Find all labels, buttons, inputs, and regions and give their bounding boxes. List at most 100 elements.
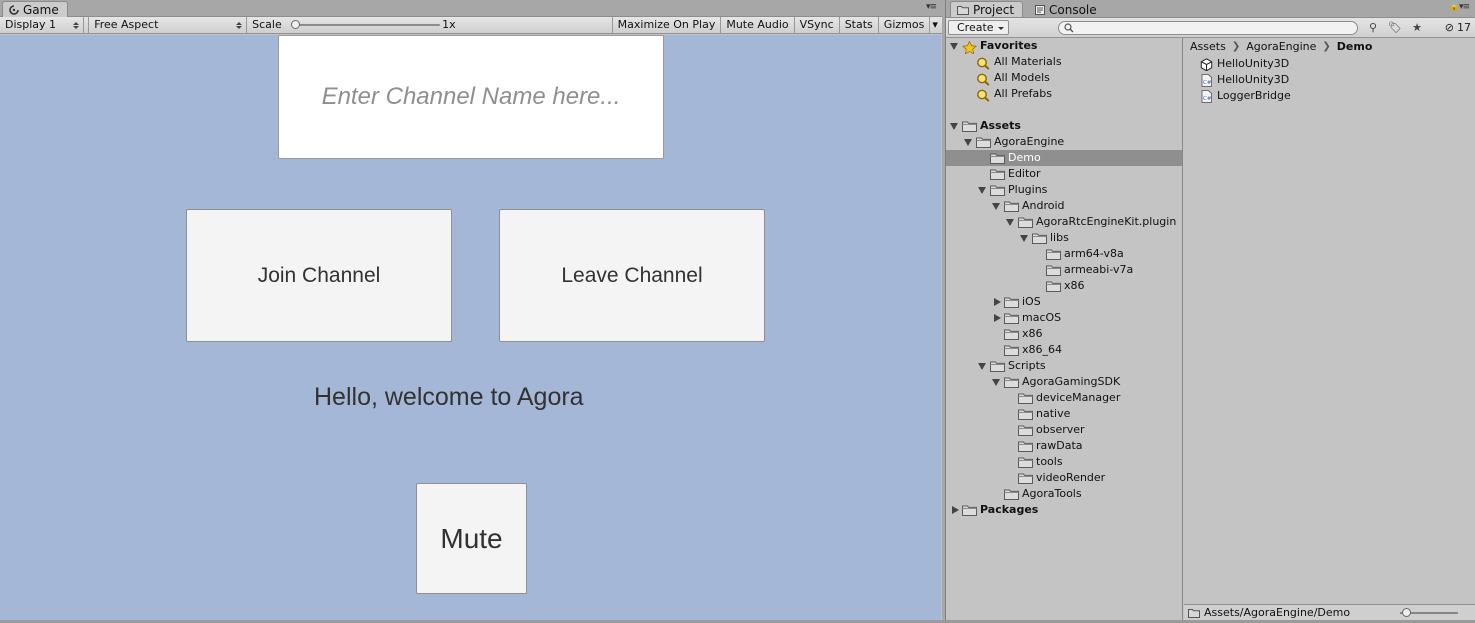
tree-item-label: AgoraRtcEngineKit.plugin [1036, 215, 1177, 228]
tree-item[interactable]: arm64-v8a [946, 246, 1182, 262]
tree-item[interactable]: x86 [946, 326, 1182, 342]
mute-audio-toggle[interactable]: Mute Audio [721, 17, 795, 34]
tree-item-label: native [1036, 407, 1071, 420]
game-viewport: Enter Channel Name here... Join Channel … [0, 35, 941, 620]
mute-button[interactable]: Mute [416, 483, 527, 594]
svg-text:C#: C# [1203, 96, 1212, 102]
leave-channel-button[interactable]: Leave Channel [499, 209, 765, 342]
tree-item[interactable]: iOS [946, 294, 1182, 310]
tree-item[interactable]: deviceManager [946, 390, 1182, 406]
expand-arrow-down-icon[interactable] [978, 363, 986, 370]
file-item[interactable]: HelloUnity3D [1200, 56, 1289, 72]
breadcrumb-item[interactable]: AgoraEngine [1246, 40, 1316, 53]
aspect-dropdown[interactable]: Free Aspect [88, 17, 248, 34]
tree-item[interactable]: Plugins [946, 182, 1182, 198]
tree-item[interactable]: Packages [946, 502, 1182, 518]
create-dropdown[interactable]: Create [948, 20, 1009, 35]
tab-project[interactable]: Project [950, 1, 1024, 17]
hidden-packages-toggle[interactable]: ⊘ 17 [1445, 20, 1471, 35]
tab-project-label: Project [973, 2, 1015, 17]
tree-item-label: AgoraTools [1022, 487, 1082, 500]
file-item[interactable]: C# HelloUnity3D [1200, 72, 1289, 88]
expand-arrow-down-icon[interactable] [1020, 235, 1028, 242]
tree-item[interactable]: Favorites [946, 38, 1182, 55]
tree-item[interactable]: All Materials [946, 54, 1182, 70]
display-dropdown[interactable]: Display 1 [0, 17, 85, 34]
tree-item-label: All Models [994, 71, 1050, 84]
join-channel-button[interactable]: Join Channel [186, 209, 452, 342]
tree-item[interactable]: observer [946, 422, 1182, 438]
tree-item[interactable]: Android [946, 198, 1182, 214]
tree-item-label: All Prefabs [994, 87, 1052, 100]
tab-game[interactable]: Game [2, 1, 68, 17]
search-icon [976, 73, 991, 86]
folder-icon [1018, 473, 1033, 484]
breadcrumb-item-current[interactable]: Demo [1337, 40, 1373, 53]
tree-item[interactable]: x86_64 [946, 342, 1182, 358]
tree-item[interactable]: macOS [946, 310, 1182, 326]
tree-item[interactable]: armeabi-v7a [946, 262, 1182, 278]
tree-item-label: x86 [1064, 279, 1085, 292]
channel-name-input[interactable]: Enter Channel Name here... [278, 35, 664, 159]
tree-item[interactable]: Demo [946, 150, 1182, 166]
gizmos-dropdown-icon[interactable]: ▾ [930, 17, 942, 34]
expand-arrow-down-icon[interactable] [964, 139, 972, 146]
tree-item[interactable]: rawData [946, 438, 1182, 454]
tab-game-label: Game [23, 2, 59, 17]
expand-arrow-down-icon[interactable] [978, 187, 986, 194]
folder-icon [957, 5, 969, 15]
expand-arrow-down-icon[interactable] [992, 203, 1000, 210]
tree-item[interactable]: Assets [946, 118, 1182, 134]
folder-icon [990, 185, 1005, 196]
file-item-label: HelloUnity3D [1217, 73, 1290, 86]
tree-item[interactable]: tools [946, 454, 1182, 470]
csharp-script-icon: C# [1200, 73, 1213, 87]
expand-arrow-right-icon[interactable] [994, 298, 1001, 306]
expand-arrow-right-icon[interactable] [952, 506, 959, 514]
tree-item[interactable]: AgoraGamingSDK [946, 374, 1182, 390]
tree-item-label: AgoraEngine [994, 135, 1065, 148]
tree-item[interactable]: All Models [946, 70, 1182, 86]
scale-slider-track[interactable] [291, 24, 440, 26]
expand-arrow-down-icon[interactable] [950, 43, 958, 50]
project-panel-menu-icon[interactable]: 🔒▾≡ [1449, 2, 1470, 12]
expand-arrow-down-icon[interactable] [950, 123, 958, 130]
gizmos-toggle[interactable]: Gizmos [879, 17, 931, 34]
file-item[interactable]: C# LoggerBridge [1200, 88, 1291, 104]
stats-toggle[interactable]: Stats [840, 17, 879, 34]
file-item-label: LoggerBridge [1217, 89, 1291, 102]
project-file-browser: Assets ❯ AgoraEngine ❯ Demo HelloUnity3D… [1184, 38, 1475, 604]
tree-item[interactable]: AgoraEngine [946, 134, 1182, 150]
tree-item[interactable]: Scripts [946, 358, 1182, 374]
icon-size-slider-thumb[interactable] [1402, 608, 1411, 617]
expand-arrow-right-icon[interactable] [994, 314, 1001, 322]
expand-arrow-down-icon[interactable] [1006, 219, 1014, 226]
game-panel-menu-icon[interactable]: ▾≡ [926, 2, 937, 12]
tab-console[interactable]: Console [1028, 1, 1106, 17]
tree-item-label: libs [1050, 231, 1069, 244]
vsync-toggle[interactable]: VSync [795, 17, 840, 34]
scale-slider-thumb[interactable] [291, 20, 300, 29]
tree-item[interactable]: videoRender [946, 470, 1182, 486]
search-input[interactable] [1058, 21, 1358, 35]
search-by-label-icon[interactable]: 🏷 [1386, 20, 1404, 35]
tree-item[interactable]: libs [946, 230, 1182, 246]
tree-item[interactable]: All Prefabs [946, 86, 1182, 102]
file-item-label: HelloUnity3D [1217, 57, 1290, 70]
breadcrumb-item[interactable]: Assets [1190, 40, 1226, 53]
tree-item-label: deviceManager [1036, 391, 1121, 404]
expand-arrow-down-icon[interactable] [992, 379, 1000, 386]
favorite-star-icon[interactable]: ★ [1408, 20, 1426, 35]
folder-icon [990, 361, 1005, 372]
tree-item[interactable]: native [946, 406, 1182, 422]
tree-item[interactable]: AgoraRtcEngineKit.plugin [946, 214, 1182, 230]
tree-item[interactable]: Editor [946, 166, 1182, 182]
game-tabbar: Game ▾≡ [0, 0, 942, 17]
folder-icon [1046, 265, 1061, 276]
maximize-on-play-toggle[interactable]: Maximize On Play [611, 17, 722, 34]
tree-item[interactable]: x86 [946, 278, 1182, 294]
tree-item-label: Plugins [1008, 183, 1048, 196]
search-by-type-icon[interactable]: ⚲ [1364, 20, 1382, 35]
tree-item[interactable]: AgoraTools [946, 486, 1182, 502]
